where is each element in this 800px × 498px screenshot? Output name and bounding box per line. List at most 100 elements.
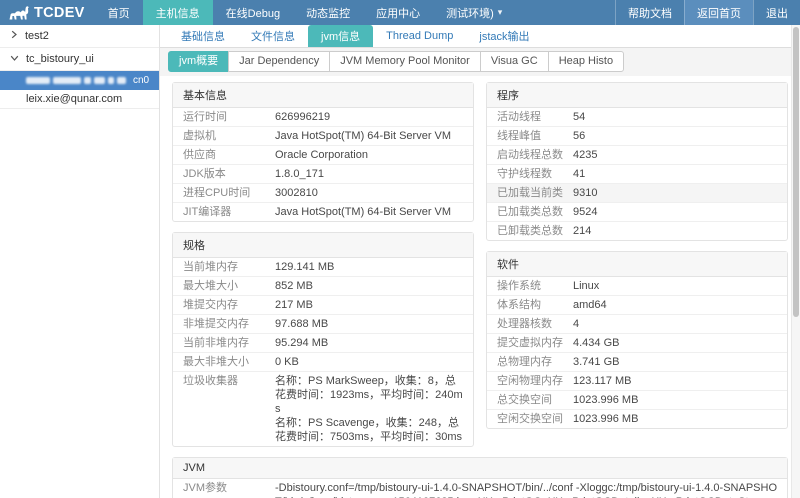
row-label: 非堆提交内存 bbox=[183, 317, 275, 331]
info-row: 总交换空间 1023.996 MB bbox=[487, 391, 787, 410]
nav-item-help-docs[interactable]: 帮助文档 bbox=[615, 0, 684, 25]
top-navbar: TCDEV 首页 主机信息 在线Debug 动态监控 应用中心 测试环境) ▾ … bbox=[0, 0, 800, 25]
info-row: 当前非堆内存 95.294 MB bbox=[173, 334, 473, 353]
nav-item-test-env-dropdown[interactable]: 测试环境) ▾ bbox=[433, 0, 515, 25]
info-row: 堆提交内存 217 MB bbox=[173, 296, 473, 315]
subtab-jvm-memory-pool-monitor[interactable]: JVM Memory Pool Monitor bbox=[329, 51, 481, 72]
scrollbar-thumb[interactable] bbox=[793, 27, 799, 317]
panel-title: 基本信息 bbox=[173, 83, 473, 108]
subtab-jvm-summary[interactable]: jvm概要 bbox=[168, 51, 229, 72]
sidebar-group-label: test2 bbox=[25, 30, 49, 42]
row-value: 4235 bbox=[573, 148, 777, 162]
row-value: 4.434 GB bbox=[573, 336, 777, 350]
row-label: 线程峰值 bbox=[497, 129, 573, 143]
vertical-scrollbar[interactable] bbox=[791, 25, 800, 498]
panel-spec: 规格 当前堆内存 129.141 MB 最大堆大小 852 MB 堆提交内存 2… bbox=[172, 232, 474, 447]
row-value: Java HotSpot(TM) 64-Bit Server VM bbox=[275, 129, 463, 143]
panel-basic-info: 基本信息 运行时间 626996219 虚拟机 Java HotSpot(TM)… bbox=[172, 82, 474, 222]
row-value: 214 bbox=[573, 224, 777, 238]
row-value: 95.294 MB bbox=[275, 336, 463, 350]
subtab-heap-histo[interactable]: Heap Histo bbox=[548, 51, 624, 72]
nav-item-test-env-label: 测试环境) bbox=[446, 5, 494, 21]
tab-thread-dump[interactable]: Thread Dump bbox=[373, 25, 466, 47]
navbar-right-group: 帮助文档 返回首页 退出 bbox=[615, 0, 800, 25]
row-label: 堆提交内存 bbox=[183, 298, 275, 312]
tab-jvm-info[interactable]: jvm信息 bbox=[308, 25, 373, 47]
sidebar-group-tc-bistoury-ui[interactable]: tc_bistoury_ui bbox=[0, 48, 159, 71]
row-label: 供应商 bbox=[183, 148, 275, 162]
row-value: 0 KB bbox=[275, 355, 463, 369]
sidebar-group-test2[interactable]: test2 bbox=[0, 25, 159, 48]
info-row: JIT编译器 Java HotSpot(TM) 64-Bit Server VM bbox=[173, 203, 473, 221]
row-label: 处理器核数 bbox=[497, 317, 573, 331]
row-value: 626996219 bbox=[275, 110, 463, 124]
row-value: Oracle Corporation bbox=[275, 148, 463, 162]
main-area: 基础信息 文件信息 jvm信息 Thread Dump jstack输出 jvm… bbox=[160, 25, 800, 498]
camel-logo-icon bbox=[8, 5, 30, 20]
info-row: JVM参数 -Dbistoury.conf=/tmp/bistoury-ui-1… bbox=[173, 479, 787, 498]
tab-jstack-output[interactable]: jstack输出 bbox=[466, 25, 542, 47]
row-label: 最大非堆大小 bbox=[183, 355, 275, 369]
row-value: 4 bbox=[573, 317, 777, 331]
row-label: 提交虚拟内存 bbox=[497, 336, 573, 350]
row-value: 97.688 MB bbox=[275, 317, 463, 331]
row-label: 已加载当前类 bbox=[497, 186, 573, 200]
nav-item-home[interactable]: 首页 bbox=[95, 0, 143, 25]
info-row: 供应商 Oracle Corporation bbox=[173, 146, 473, 165]
panel-program: 程序 活动线程 54 线程峰值 56 启动线程总数 4235 bbox=[486, 82, 788, 241]
nav-item-dynamic-monitor[interactable]: 动态监控 bbox=[293, 0, 363, 25]
row-label: 空闲物理内存 bbox=[497, 374, 573, 388]
row-value: 217 MB bbox=[275, 298, 463, 312]
row-label: 体系结构 bbox=[497, 298, 573, 312]
info-row: 运行时间 626996219 bbox=[173, 108, 473, 127]
row-label: JDK版本 bbox=[183, 167, 275, 181]
nav-item-logout[interactable]: 退出 bbox=[753, 0, 800, 25]
row-label: 进程CPU时间 bbox=[183, 186, 275, 200]
nav-item-host-info[interactable]: 主机信息 bbox=[143, 0, 213, 25]
row-value: 1.8.0_171 bbox=[275, 167, 463, 181]
row-value: 54 bbox=[573, 110, 777, 124]
panel-title: JVM bbox=[173, 458, 787, 479]
info-row: 处理器核数 4 bbox=[487, 315, 787, 334]
sidebar-host-item-selected[interactable]: cn0 bbox=[0, 71, 159, 90]
nav-item-return-home[interactable]: 返回首页 bbox=[684, 0, 753, 25]
row-label: 活动线程 bbox=[497, 110, 573, 124]
row-value: 56 bbox=[573, 129, 777, 143]
info-row: 虚拟机 Java HotSpot(TM) 64-Bit Server VM bbox=[173, 127, 473, 146]
row-label: 操作系统 bbox=[497, 279, 573, 293]
panel-jvm: JVM JVM参数 -Dbistoury.conf=/tmp/bistoury-… bbox=[172, 457, 788, 498]
row-label: 垃圾收集器 bbox=[183, 374, 275, 444]
row-label: 守护线程数 bbox=[497, 167, 573, 181]
row-value: 3.741 GB bbox=[573, 355, 777, 369]
tab-basic-info[interactable]: 基础信息 bbox=[168, 25, 238, 47]
info-row: 活动线程 54 bbox=[487, 108, 787, 127]
info-row: 线程峰值 56 bbox=[487, 127, 787, 146]
row-value: 129.141 MB bbox=[275, 260, 463, 274]
tab-file-info[interactable]: 文件信息 bbox=[238, 25, 308, 47]
sub-tab-group: jvm概要 Jar Dependency JVM Memory Pool Mon… bbox=[168, 51, 624, 72]
info-row: 总物理内存 3.741 GB bbox=[487, 353, 787, 372]
subtab-jar-dependency[interactable]: Jar Dependency bbox=[228, 51, 330, 72]
subtab-visua-gc[interactable]: Visua GC bbox=[480, 51, 549, 72]
row-value: 41 bbox=[573, 167, 777, 181]
sidebar-user-label: leix.xie@qunar.com bbox=[26, 93, 122, 105]
row-value: 1023.996 MB bbox=[573, 412, 777, 426]
row-label: 总物理内存 bbox=[497, 355, 573, 369]
info-row: 提交虚拟内存 4.434 GB bbox=[487, 334, 787, 353]
info-row: 守护线程数 41 bbox=[487, 165, 787, 184]
row-value: 名称：PS MarkSweep，收集：8，总花费时间：1923ms，平均时间：2… bbox=[275, 374, 463, 444]
info-row: 当前堆内存 129.141 MB bbox=[173, 258, 473, 277]
row-label: 当前堆内存 bbox=[183, 260, 275, 274]
info-row-highlighted: 已加载当前类 9310 bbox=[487, 184, 787, 203]
app-logo[interactable]: TCDEV bbox=[0, 0, 95, 25]
info-row: 空闲物理内存 123.117 MB bbox=[487, 372, 787, 391]
info-row: 操作系统 Linux bbox=[487, 277, 787, 296]
nav-item-app-center[interactable]: 应用中心 bbox=[363, 0, 433, 25]
row-label: 虚拟机 bbox=[183, 129, 275, 143]
row-label: 运行时间 bbox=[183, 110, 275, 124]
row-label: JIT编译器 bbox=[183, 205, 275, 219]
row-label: 启动线程总数 bbox=[497, 148, 573, 162]
row-label: 当前非堆内存 bbox=[183, 336, 275, 350]
sidebar-user-item[interactable]: leix.xie@qunar.com bbox=[0, 90, 159, 109]
nav-item-online-debug[interactable]: 在线Debug bbox=[213, 0, 293, 25]
